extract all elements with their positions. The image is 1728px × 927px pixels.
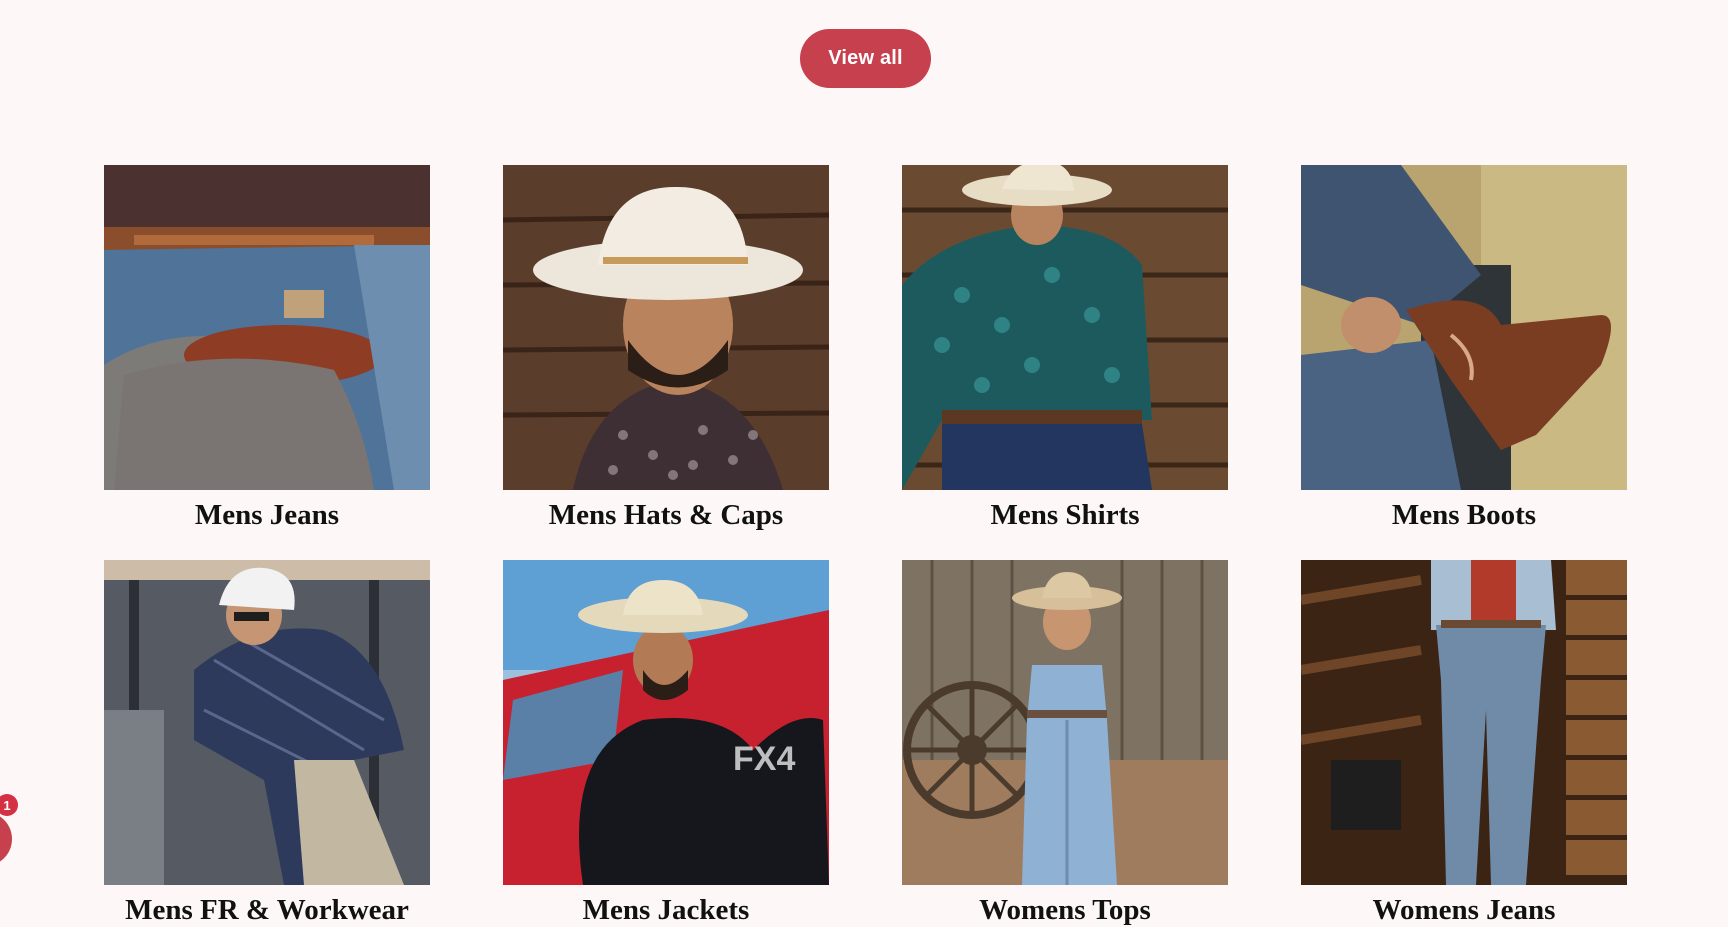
collection-image-mens-fr-workwear[interactable] bbox=[104, 560, 430, 885]
collection-image-mens-jeans[interactable] bbox=[104, 165, 430, 490]
collection-title[interactable]: Mens Shirts bbox=[990, 498, 1139, 532]
chat-widget-button[interactable] bbox=[0, 812, 12, 866]
collection-image-mens-jackets[interactable]: FX4 bbox=[503, 560, 829, 885]
collection-card-womens-tops[interactable]: Womens Tops bbox=[902, 560, 1228, 927]
collection-card-mens-boots[interactable]: Mens Boots bbox=[1301, 165, 1627, 532]
collection-card-mens-fr-workwear[interactable]: Mens FR & Workwear bbox=[104, 560, 430, 927]
collection-card-mens-shirts[interactable]: Mens Shirts bbox=[902, 165, 1228, 532]
notification-badge: 1 bbox=[0, 794, 18, 816]
collection-image-mens-hats-caps[interactable] bbox=[503, 165, 829, 490]
collection-title[interactable]: Mens Hats & Caps bbox=[549, 498, 783, 532]
collection-image-womens-jeans[interactable] bbox=[1301, 560, 1627, 885]
view-all-button[interactable]: View all bbox=[800, 29, 931, 88]
collection-image-mens-shirts[interactable] bbox=[902, 165, 1228, 490]
collection-title[interactable]: Womens Jeans bbox=[1373, 893, 1556, 927]
collection-title[interactable]: Mens FR & Workwear bbox=[125, 893, 409, 927]
collection-title[interactable]: Mens Jeans bbox=[195, 498, 339, 532]
collection-title[interactable]: Womens Tops bbox=[979, 893, 1151, 927]
collection-card-mens-hats-caps[interactable]: Mens Hats & Caps bbox=[503, 165, 829, 532]
collection-card-mens-jeans[interactable]: Mens Jeans bbox=[104, 165, 430, 532]
collection-image-womens-tops[interactable] bbox=[902, 560, 1228, 885]
collection-image-mens-boots[interactable] bbox=[1301, 165, 1627, 490]
collection-title[interactable]: Mens Boots bbox=[1392, 498, 1536, 532]
collection-card-mens-jackets[interactable]: FX4 Mens Jackets bbox=[503, 560, 829, 927]
collection-title[interactable]: Mens Jackets bbox=[583, 893, 750, 927]
svg-text:FX4: FX4 bbox=[733, 740, 795, 778]
collection-grid: Mens Jeans Mens Hats & Caps Mens Shirts … bbox=[104, 165, 1628, 927]
collection-card-womens-jeans[interactable]: Womens Jeans bbox=[1301, 560, 1627, 927]
